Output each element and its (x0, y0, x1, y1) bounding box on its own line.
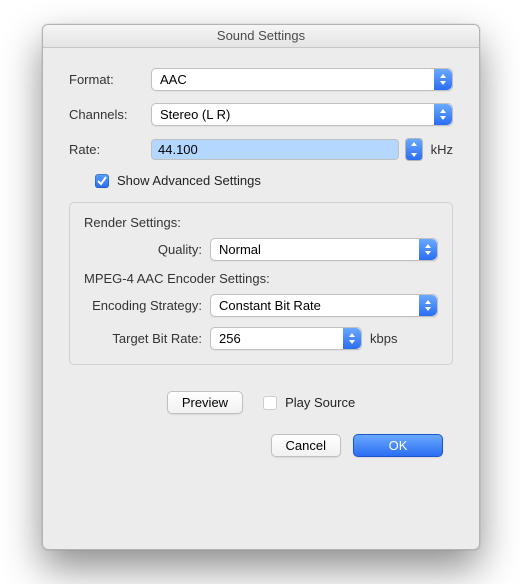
preview-bar: Preview Play Source (69, 391, 453, 414)
show-advanced-label: Show Advanced Settings (117, 173, 261, 188)
quality-select[interactable]: Normal (210, 238, 438, 261)
preview-button[interactable]: Preview (167, 391, 243, 414)
channels-value: Stereo (L R) (160, 107, 230, 122)
quality-value: Normal (219, 242, 261, 257)
cancel-button[interactable]: Cancel (271, 434, 341, 457)
show-advanced-row[interactable]: Show Advanced Settings (95, 173, 453, 188)
channels-label: Channels: (69, 107, 145, 122)
rate-row: Rate: kHz (69, 138, 453, 161)
channels-select[interactable]: Stereo (L R) (151, 103, 453, 126)
format-value: AAC (160, 72, 187, 87)
ok-button[interactable]: OK (353, 434, 443, 457)
chevron-up-down-icon (434, 104, 452, 125)
content-area: Format: AAC Channels: Stereo (L R) (43, 48, 479, 473)
play-source-checkbox[interactable] (263, 396, 277, 410)
target-bit-rate-row: Target Bit Rate: 256 kbps (84, 327, 438, 350)
chevron-up-down-icon (343, 328, 361, 349)
stepper-up-icon[interactable] (406, 139, 422, 150)
rate-stepper[interactable] (405, 138, 423, 161)
kbps-unit: kbps (370, 331, 397, 346)
quality-row: Quality: Normal (84, 238, 438, 261)
chevron-up-down-icon (419, 295, 437, 316)
play-source-label: Play Source (285, 395, 355, 410)
check-icon (97, 176, 107, 186)
encoder-settings-title: MPEG-4 AAC Encoder Settings: (84, 271, 438, 286)
rate-label: Rate: (69, 142, 145, 157)
encoding-strategy-value: Constant Bit Rate (219, 298, 321, 313)
rate-unit: kHz (431, 142, 453, 157)
target-bit-rate-value: 256 (219, 331, 241, 346)
format-select[interactable]: AAC (151, 68, 453, 91)
encoding-strategy-select[interactable]: Constant Bit Rate (210, 294, 438, 317)
render-settings-title: Render Settings: (84, 215, 438, 230)
advanced-settings-group: Render Settings: Quality: Normal MPEG-4 … (69, 202, 453, 365)
format-label: Format: (69, 72, 145, 87)
chevron-up-down-icon (434, 69, 452, 90)
target-bit-rate-label: Target Bit Rate: (84, 331, 202, 346)
show-advanced-checkbox[interactable] (95, 174, 109, 188)
stepper-down-icon[interactable] (406, 150, 422, 161)
chevron-up-down-icon (419, 239, 437, 260)
sound-settings-window: Sound Settings Format: AAC Channels: Ste… (42, 24, 480, 550)
target-bit-rate-select[interactable]: 256 (210, 327, 362, 350)
channels-row: Channels: Stereo (L R) (69, 103, 453, 126)
format-row: Format: AAC (69, 68, 453, 91)
window-title: Sound Settings (43, 25, 479, 48)
rate-input[interactable] (151, 139, 399, 160)
encoding-strategy-row: Encoding Strategy: Constant Bit Rate (84, 294, 438, 317)
quality-label: Quality: (84, 242, 202, 257)
play-source-row[interactable]: Play Source (263, 395, 355, 410)
encoding-strategy-label: Encoding Strategy: (84, 298, 202, 313)
dialog-buttons: Cancel OK (69, 434, 453, 457)
